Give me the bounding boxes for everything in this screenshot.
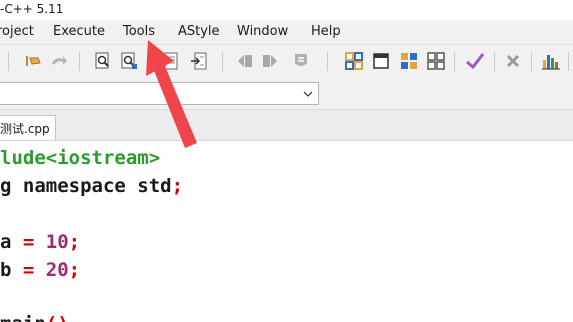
bookmark-icon[interactable]	[290, 50, 312, 72]
undo-icon[interactable]	[22, 50, 44, 72]
toolbar-separator	[8, 52, 9, 71]
code-token: ;	[171, 175, 184, 197]
menu-astyle[interactable]: AStyle	[178, 24, 220, 39]
menu-project[interactable]: roject	[0, 24, 34, 39]
back-icon[interactable]	[234, 50, 256, 72]
rebuild-icon[interactable]	[425, 50, 447, 72]
goto-line-icon[interactable]	[188, 50, 210, 72]
code-line: lude<iostream>	[0, 145, 160, 171]
toolbar	[0, 45, 573, 77]
code-token: b	[0, 259, 23, 281]
code-token: g namespace std	[0, 175, 172, 197]
goto-icon[interactable]	[160, 50, 182, 72]
toolbar-separator	[568, 52, 569, 71]
code-token: a	[0, 231, 23, 253]
toolbar-separator	[494, 52, 495, 71]
toolbar-separator	[454, 52, 455, 71]
run-icon[interactable]	[370, 50, 392, 72]
compile-run-icon[interactable]	[398, 50, 420, 72]
toolbar-separator	[222, 52, 223, 71]
code-line: a = 10;	[0, 229, 80, 255]
forward-icon[interactable]	[259, 50, 281, 72]
code-token: ;	[68, 231, 81, 253]
code-token: 10	[45, 231, 69, 253]
replace-icon[interactable]	[118, 50, 140, 72]
menu-window[interactable]: Window	[237, 24, 288, 39]
chart-icon[interactable]	[540, 50, 562, 72]
check-icon[interactable]	[464, 50, 486, 72]
chevron-down-icon[interactable]	[298, 83, 318, 104]
toolbar-separator	[327, 52, 328, 71]
window-title: -C++ 5.11	[0, 2, 64, 16]
toolbar-separator	[531, 52, 532, 71]
menu-execute[interactable]: Execute	[53, 24, 105, 39]
class-browser-bar	[0, 77, 573, 110]
editor-tab-label: 测试.cpp	[0, 122, 50, 136]
code-line: b = 20;	[0, 257, 80, 283]
code-token: lude<iostream>	[0, 147, 161, 169]
code-token: main	[0, 313, 46, 322]
editor-tab[interactable]: 测试.cpp	[0, 115, 56, 140]
code-token: ;	[68, 259, 81, 281]
redo-icon[interactable]	[48, 50, 70, 72]
compile-icon[interactable]	[343, 50, 365, 72]
code-token: =	[22, 259, 46, 281]
code-token: =	[22, 231, 46, 253]
code-line: g namespace std;	[0, 173, 183, 199]
code-token: 20	[45, 259, 69, 281]
menu-tools[interactable]: Tools	[123, 24, 155, 39]
code-editor[interactable]: lude<iostream> g namespace std; a = 10; …	[0, 141, 573, 322]
stop-icon[interactable]	[502, 50, 524, 72]
editor-tab-strip: 测试.cpp	[0, 110, 573, 141]
menu-help[interactable]: Help	[311, 24, 341, 39]
code-token: ()	[46, 313, 69, 322]
function-dropdown[interactable]	[0, 82, 319, 105]
title-bar: -C++ 5.11	[0, 0, 573, 20]
code-line: main()	[0, 311, 69, 322]
menu-bar: roject Execute Tools AStyle Window Help	[0, 20, 573, 45]
find-icon[interactable]	[92, 50, 114, 72]
toolbar-separator	[79, 52, 80, 71]
